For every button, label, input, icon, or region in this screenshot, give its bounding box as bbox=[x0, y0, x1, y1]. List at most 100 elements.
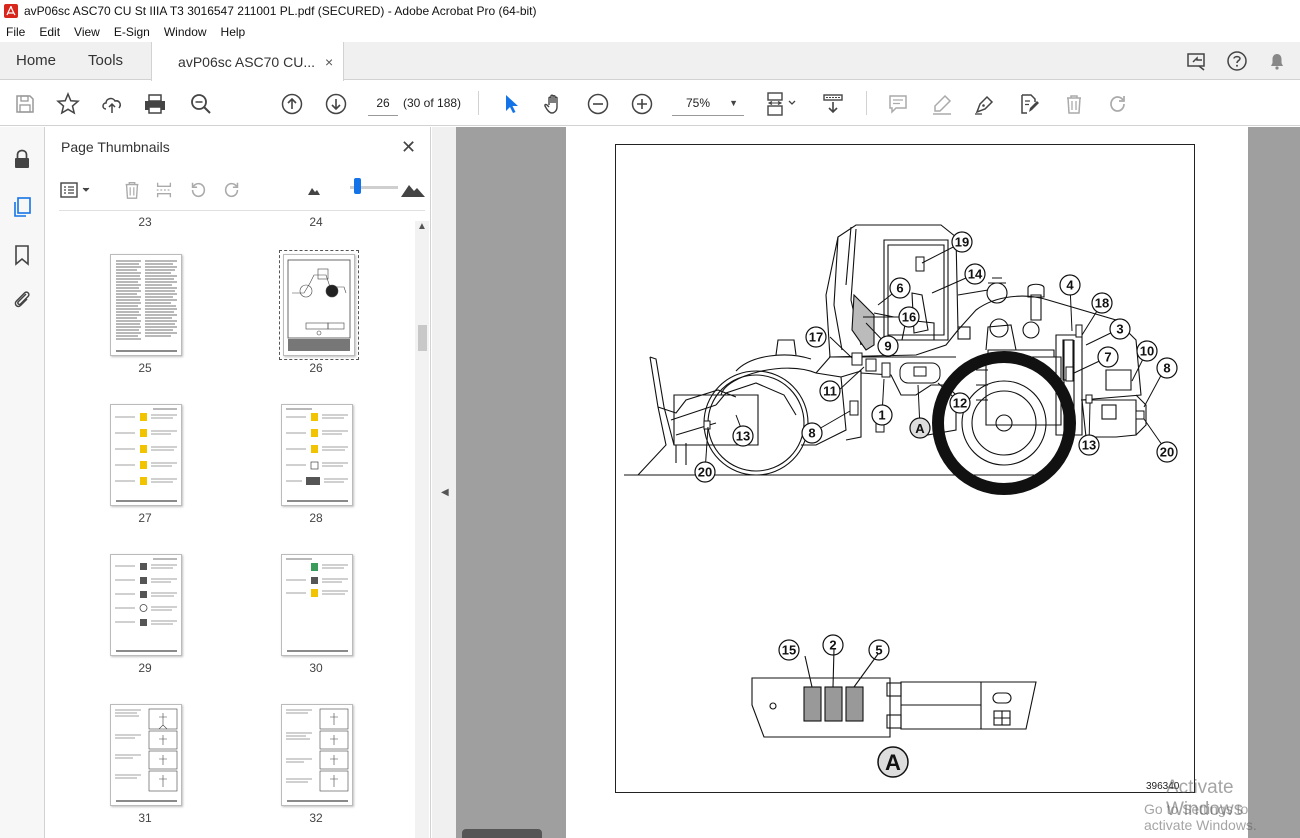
help-icon[interactable] bbox=[1226, 50, 1248, 72]
svg-text:12: 12 bbox=[953, 396, 967, 411]
activation-watermark-subtitle: Go to Settings to activate Windows. bbox=[1144, 801, 1257, 833]
scrollbar-thumb[interactable] bbox=[418, 325, 427, 351]
scrolling-mode-icon[interactable] bbox=[820, 91, 846, 117]
labels-page-preview bbox=[115, 558, 177, 652]
page-thumbnails-icon[interactable] bbox=[10, 195, 34, 219]
callout-20: 20 bbox=[1156, 441, 1178, 463]
tab-home[interactable]: Home bbox=[0, 42, 72, 79]
large-thumbnail-mountain-icon[interactable] bbox=[399, 179, 427, 201]
previous-page-icon[interactable] bbox=[279, 91, 305, 117]
page-thumbnail-25[interactable] bbox=[110, 254, 182, 356]
draw-sign-icon[interactable] bbox=[972, 91, 998, 117]
menu-edit[interactable]: Edit bbox=[39, 25, 60, 39]
page-thumbnail-29[interactable] bbox=[110, 554, 182, 656]
thumbnail-tools bbox=[59, 171, 425, 211]
thumbnail-size-slider-knob[interactable] bbox=[354, 178, 361, 194]
text-page-preview bbox=[116, 260, 177, 352]
zoom-search-icon[interactable] bbox=[188, 91, 214, 117]
edit-pdf-icon[interactable] bbox=[1016, 91, 1042, 117]
thumbnail-label: 28 bbox=[309, 511, 323, 525]
menu-view[interactable]: View bbox=[74, 25, 100, 39]
callout-4: 4 bbox=[1059, 274, 1081, 296]
callout-13: 13 bbox=[732, 425, 754, 447]
redo-icon[interactable] bbox=[1105, 91, 1131, 117]
page-thumbnail-31[interactable] bbox=[110, 704, 182, 806]
machine-decal-diagram: 1234567889 10111213131415161718192020AA bbox=[624, 224, 1178, 778]
page-thumbnail-28[interactable] bbox=[281, 404, 353, 506]
tab-document-label: avP06sc ASC70 CU... bbox=[178, 53, 315, 70]
callout-8: 8 bbox=[1156, 357, 1178, 379]
delete-page-icon[interactable] bbox=[121, 179, 143, 201]
zoom-in-icon[interactable] bbox=[629, 91, 655, 117]
page-thumbnail-27[interactable] bbox=[110, 404, 182, 506]
rotate-clockwise-icon[interactable] bbox=[221, 179, 243, 201]
zoom-out-icon[interactable] bbox=[585, 91, 611, 117]
window-title: avP06sc ASC70 CU St IIIA T3 3016547 2110… bbox=[24, 4, 537, 18]
detail-a-marker-small: A bbox=[909, 417, 931, 439]
svg-text:15: 15 bbox=[782, 643, 796, 658]
next-page-icon[interactable] bbox=[323, 91, 349, 117]
svg-text:20: 20 bbox=[698, 465, 712, 480]
svg-text:9: 9 bbox=[884, 339, 891, 354]
collapse-left-arrow-icon[interactable]: ◀ bbox=[441, 487, 449, 498]
tab-tools[interactable]: Tools bbox=[72, 42, 139, 79]
thumbnail-label: 30 bbox=[309, 661, 323, 675]
panel-collapse-bar[interactable]: ◀ bbox=[432, 127, 456, 838]
highlight-pen-icon[interactable] bbox=[929, 91, 955, 117]
comment-icon[interactable] bbox=[885, 91, 911, 117]
svg-text:10: 10 bbox=[1140, 344, 1154, 359]
labels-page-preview bbox=[115, 408, 177, 502]
page-display-icon[interactable] bbox=[764, 91, 802, 117]
thumbnail-options-icon[interactable] bbox=[59, 179, 95, 201]
callout-2: 2 bbox=[822, 634, 844, 656]
page-number-input[interactable]: 26 bbox=[368, 90, 398, 116]
upload-cloud-icon[interactable] bbox=[99, 91, 125, 117]
svg-text:16: 16 bbox=[902, 310, 916, 325]
callout-12: 12 bbox=[949, 392, 971, 414]
save-icon[interactable] bbox=[12, 91, 38, 117]
notifications-bell-icon[interactable] bbox=[1266, 50, 1288, 72]
svg-text:A: A bbox=[915, 421, 925, 436]
page-thumbnail-26[interactable] bbox=[279, 250, 359, 360]
close-tab-icon[interactable]: × bbox=[325, 54, 333, 70]
svg-text:7: 7 bbox=[1104, 350, 1111, 365]
toolbar-divider bbox=[478, 91, 479, 115]
left-navigation-rail bbox=[0, 127, 45, 838]
zoom-level-dropdown[interactable]: 75% ▼ bbox=[672, 90, 744, 116]
svg-text:2: 2 bbox=[829, 638, 836, 653]
hand-pan-icon[interactable] bbox=[541, 91, 567, 117]
thumbnail-label: 32 bbox=[309, 811, 323, 825]
tab-bar-right-icons bbox=[1168, 42, 1300, 79]
select-cursor-icon[interactable] bbox=[498, 91, 524, 117]
bookmark-star-icon[interactable] bbox=[55, 91, 81, 117]
rotate-counterclockwise-icon[interactable] bbox=[187, 179, 209, 201]
callout-labels: 1234567889 10111213131415161718192020AA bbox=[694, 231, 1178, 778]
attachments-paperclip-icon[interactable] bbox=[10, 287, 34, 311]
page-thumbnail-30[interactable] bbox=[281, 554, 353, 656]
drawing-page-preview bbox=[287, 259, 351, 351]
close-panel-icon[interactable]: ✕ bbox=[401, 137, 416, 158]
document-view[interactable]: 1 2 3 4 5 6 7 8 8 9 10 11 12 13 13 14 15 16 17 18 19 20 20 A A bbox=[456, 127, 1300, 838]
scroll-up-arrow-icon[interactable]: ▲ bbox=[417, 221, 427, 232]
menu-help[interactable]: Help bbox=[221, 25, 246, 39]
small-thumbnail-mountain-icon[interactable] bbox=[303, 179, 325, 201]
svg-text:8: 8 bbox=[808, 426, 815, 441]
drawing-frame: 1 2 3 4 5 6 7 8 8 9 10 11 12 13 13 14 15 16 17 18 19 20 20 A A bbox=[615, 144, 1195, 793]
thumbnail-scrollbar[interactable]: ▲ bbox=[415, 221, 429, 838]
bookmarks-icon[interactable] bbox=[10, 243, 34, 267]
svg-text:1: 1 bbox=[878, 408, 885, 423]
print-icon[interactable] bbox=[142, 91, 168, 117]
menu-file[interactable]: File bbox=[6, 25, 25, 39]
page-thumbnail-32[interactable] bbox=[281, 704, 353, 806]
callout-10: 10 bbox=[1136, 340, 1158, 362]
svg-text:14: 14 bbox=[968, 267, 983, 282]
menu-esign[interactable]: E-Sign bbox=[114, 25, 150, 39]
insert-page-icon[interactable] bbox=[153, 179, 175, 201]
delete-trash-icon[interactable] bbox=[1061, 91, 1087, 117]
callout-11: 11 bbox=[819, 380, 841, 402]
share-screen-icon[interactable] bbox=[1186, 50, 1208, 72]
thumbnail-list: 23 24 25 26 27 28 29 30 31 32 bbox=[59, 213, 417, 838]
lock-icon[interactable] bbox=[10, 147, 34, 171]
menu-window[interactable]: Window bbox=[164, 25, 207, 39]
tab-document[interactable]: avP06sc ASC70 CU... × bbox=[151, 42, 345, 81]
